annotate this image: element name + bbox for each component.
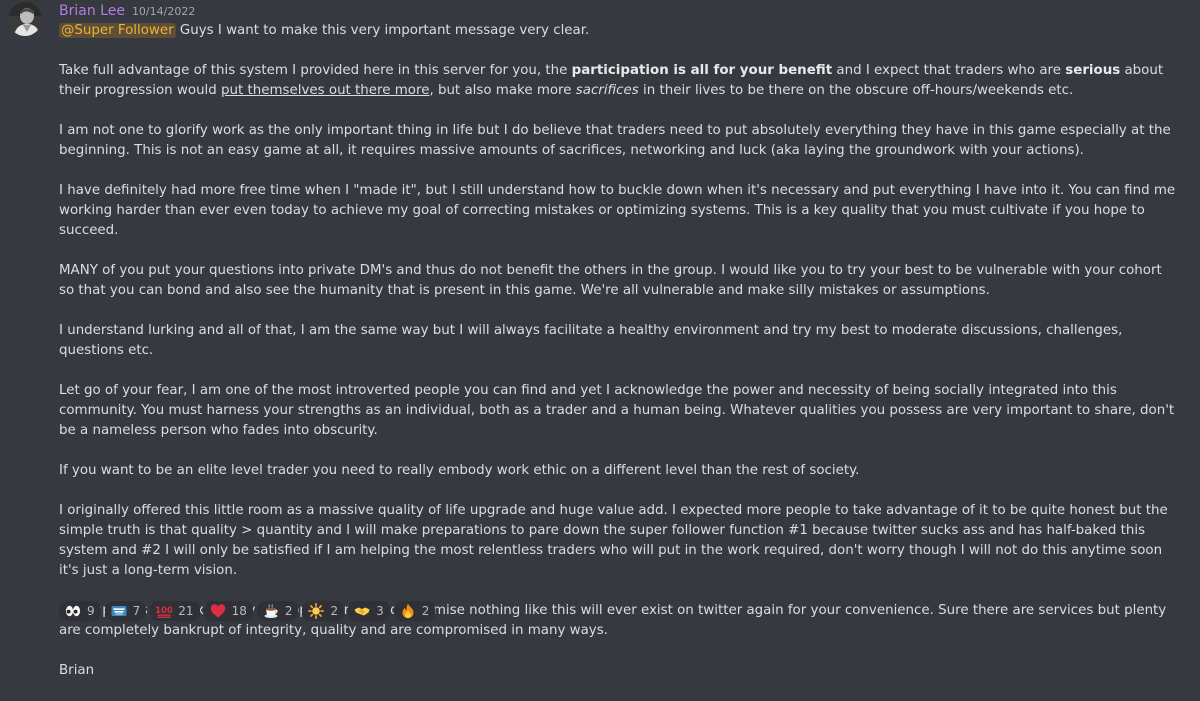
- eyes-icon: [65, 605, 81, 617]
- italic-text: sacrifices: [575, 83, 639, 98]
- reaction-thank-you[interactable]: 7: [104, 601, 147, 621]
- reaction-count: 9: [87, 604, 95, 618]
- avatar-image: [8, 2, 42, 36]
- red-heart-icon: [210, 604, 225, 618]
- chat-message: Brian Lee 10/14/2022 @Super Follower Guy…: [0, 0, 1200, 678]
- reaction-eyes[interactable]: 9: [59, 601, 101, 621]
- message-content: @Super Follower Guys I want to make this…: [59, 21, 1179, 701]
- coffee-icon: [264, 604, 278, 618]
- paragraph-text: , but also make more: [429, 83, 576, 98]
- reaction-count: 21: [178, 604, 194, 618]
- reaction-handshake[interactable]: 3: [348, 601, 390, 621]
- message-signoff: Brian: [59, 663, 95, 678]
- author-name[interactable]: Brian Lee: [59, 3, 125, 19]
- paragraph-text: Take full advantage of this system I pro…: [59, 63, 572, 78]
- fire-icon: [402, 603, 414, 619]
- reaction-count: 2: [421, 604, 430, 618]
- thank-you-icon: [111, 606, 127, 616]
- message-paragraph-2: Take full advantage of this system I pro…: [59, 61, 1179, 101]
- message-paragraph-3: I am not one to glorify work as the only…: [59, 123, 1171, 158]
- reaction-count: 18: [231, 604, 247, 618]
- reaction-coffee[interactable]: 2: [256, 601, 299, 621]
- reaction-red-heart[interactable]: 18: [203, 601, 253, 621]
- underlined-text: put themselves out there more: [221, 83, 430, 98]
- message-timestamp: 10/14/2022: [131, 5, 196, 18]
- message-paragraph-9: I originally offered this little room as…: [59, 503, 1168, 578]
- reaction-count: 2: [284, 604, 293, 618]
- message-paragraph-8: If you want to be an elite level trader …: [59, 463, 860, 478]
- message-paragraph-7: Let go of your fear, I am one of the mos…: [59, 383, 1175, 438]
- bold-text: participation is all for your benefit: [571, 63, 833, 78]
- reaction-fire[interactable]: 2: [393, 601, 436, 621]
- reaction-count: 2: [330, 604, 339, 618]
- reaction-hundred-points[interactable]: 100 21: [150, 601, 200, 621]
- handshake-icon: [354, 607, 370, 616]
- reaction-count: 7: [132, 604, 141, 618]
- sun-icon: [308, 603, 325, 619]
- mention-super-follower[interactable]: @Super Follower: [59, 23, 176, 38]
- message-paragraph-5: MANY of you put your questions into priv…: [59, 263, 1162, 298]
- message-paragraph-6: I understand lurking and all of that, I …: [59, 323, 1123, 358]
- paragraph-text: Guys I want to make this very important …: [175, 23, 590, 38]
- reactions-bar: 9 7 100 21 18 2 2 3 2: [59, 601, 436, 621]
- hundred-points-icon: 100: [156, 606, 172, 618]
- paragraph-text: and I expect that traders who are: [832, 63, 1066, 78]
- avatar[interactable]: [8, 2, 42, 36]
- bold-text: serious: [1065, 63, 1121, 78]
- reaction-sun[interactable]: 2: [302, 601, 345, 621]
- message-paragraph-4: I have definitely had more free time whe…: [59, 183, 1176, 238]
- message-header: Brian Lee 10/14/2022: [59, 3, 195, 23]
- reaction-count: 3: [376, 604, 384, 618]
- message-paragraph-1: @Super Follower Guys I want to make this…: [59, 21, 1179, 41]
- paragraph-text: in their lives to be there on the obscur…: [638, 83, 1074, 98]
